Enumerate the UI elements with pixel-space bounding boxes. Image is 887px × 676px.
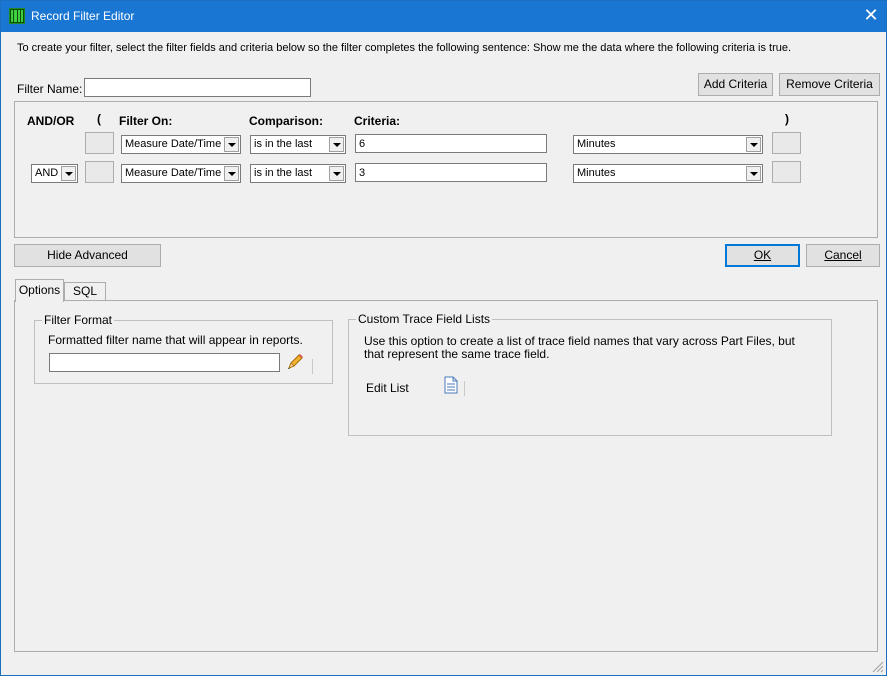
criteria-panel: AND/OR ( Filter On: Comparison: Criteria… [14, 101, 878, 238]
close-icon[interactable]: ✕ [856, 1, 886, 32]
filter-on-dropdown[interactable]: Measure Date/Time [121, 164, 241, 183]
filter-on-dropdown[interactable]: Measure Date/Time [121, 135, 241, 154]
filter-on-header: Filter On: [119, 114, 173, 128]
options-tab-page: Filter Format Formatted filter name that… [14, 300, 878, 652]
instructions-text: To create your filter, select the filter… [17, 42, 792, 54]
unit-value: Minutes [577, 138, 616, 150]
criteria-input[interactable]: 3 [355, 163, 547, 182]
window-title: Record Filter Editor [31, 9, 135, 23]
open-paren-toggle[interactable] [85, 132, 114, 154]
chevron-down-icon[interactable] [224, 166, 239, 181]
record-filter-editor-window: Record Filter Editor ✕ To create your fi… [0, 0, 887, 676]
criteria-header: Criteria: [354, 114, 401, 128]
comparison-value: is in the last [254, 167, 313, 179]
and-or-value: AND [35, 167, 59, 179]
unit-value: Minutes [577, 167, 616, 179]
and-or-header: AND/OR [27, 114, 75, 128]
chevron-down-icon[interactable] [224, 137, 239, 152]
filter-format-group: Filter Format Formatted filter name that… [34, 313, 333, 384]
pencil-icon[interactable] [285, 352, 305, 372]
tab-options[interactable]: Options [15, 279, 64, 302]
title-bar: Record Filter Editor ✕ [1, 1, 886, 32]
comparison-value: is in the last [254, 138, 313, 150]
chevron-down-icon[interactable] [746, 166, 761, 181]
and-or-dropdown[interactable]: AND [31, 164, 78, 183]
filter-format-legend: Filter Format [42, 313, 115, 327]
add-criteria-button[interactable]: Add Criteria [698, 73, 773, 96]
custom-trace-description-line1: Use this option to create a list of trac… [364, 334, 795, 348]
ok-button[interactable]: OK [725, 244, 800, 267]
chevron-down-icon[interactable] [746, 137, 761, 152]
criteria-input[interactable]: 6 [355, 134, 547, 153]
filter-name-label: Filter Name: [17, 82, 83, 96]
filter-name-input[interactable] [84, 78, 311, 97]
divider [312, 359, 313, 374]
remove-criteria-button[interactable]: Remove Criteria [779, 73, 880, 96]
chevron-down-icon[interactable] [61, 166, 76, 181]
filter-format-input[interactable] [49, 353, 280, 372]
document-icon[interactable] [443, 376, 459, 394]
open-paren-header: ( [97, 112, 101, 126]
chevron-down-icon[interactable] [329, 137, 344, 152]
comparison-dropdown[interactable]: is in the last [250, 164, 346, 183]
comparison-header: Comparison: [249, 114, 324, 128]
unit-dropdown[interactable]: Minutes [573, 135, 763, 154]
close-paren-toggle[interactable] [772, 161, 801, 183]
unit-dropdown[interactable]: Minutes [573, 164, 763, 183]
filter-on-value: Measure Date/Time [125, 167, 222, 179]
close-paren-toggle[interactable] [772, 132, 801, 154]
filter-format-description: Formatted filter name that will appear i… [48, 333, 303, 347]
tab-sql[interactable]: SQL [64, 282, 106, 301]
divider [464, 381, 465, 396]
cancel-button[interactable]: Cancel [806, 244, 880, 267]
custom-trace-legend: Custom Trace Field Lists [356, 312, 493, 326]
close-paren-header: ) [785, 112, 789, 126]
hide-advanced-button[interactable]: Hide Advanced [14, 244, 161, 267]
comparison-dropdown[interactable]: is in the last [250, 135, 346, 154]
filter-on-value: Measure Date/Time [125, 138, 222, 150]
edit-list-label: Edit List [366, 381, 409, 395]
custom-trace-field-lists-group: Custom Trace Field Lists Use this option… [348, 312, 832, 436]
open-paren-toggle[interactable] [85, 161, 114, 183]
custom-trace-description-line2: that represent the same trace field. [364, 347, 550, 361]
app-icon [9, 8, 25, 24]
resize-grip-icon[interactable] [870, 659, 884, 673]
chevron-down-icon[interactable] [329, 166, 344, 181]
